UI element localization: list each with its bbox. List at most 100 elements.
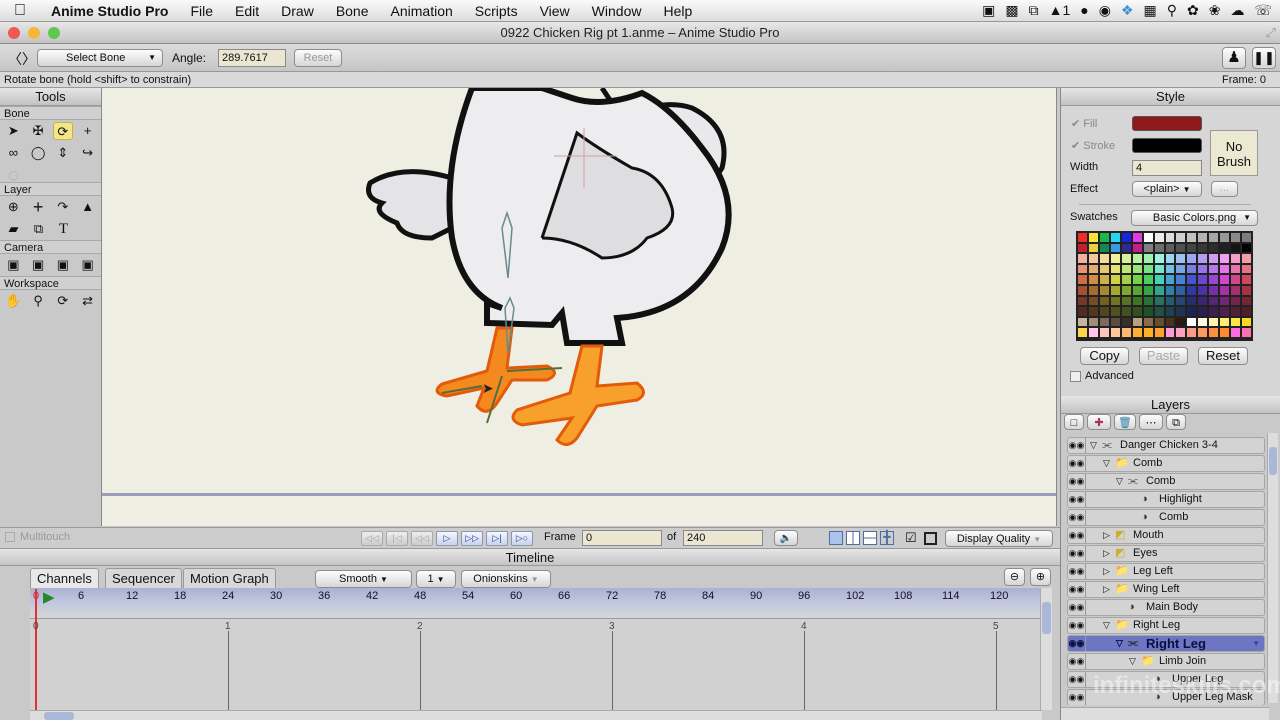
swatch-cell[interactable] xyxy=(1219,316,1231,328)
swatch-cell[interactable] xyxy=(1241,242,1252,254)
swatch-cell[interactable] xyxy=(1142,263,1154,275)
swatch-cell[interactable] xyxy=(1241,316,1252,328)
visibility-eye-icon[interactable]: ◉◉ xyxy=(1068,564,1086,579)
swatch-cell[interactable] xyxy=(1120,338,1132,340)
scroll-thumb[interactable] xyxy=(1042,602,1051,634)
layer-row[interactable]: ◉◉ ▽ 📁 Limb Join xyxy=(1067,653,1265,670)
visibility-eye-icon[interactable]: ◉◉ xyxy=(1068,600,1086,615)
visibility-eye-icon[interactable]: ◉◉ xyxy=(1068,636,1086,651)
swatch-cell[interactable] xyxy=(1164,316,1176,328)
visibility-eye-icon[interactable]: ◉◉ xyxy=(1068,438,1086,453)
drawing-canvas[interactable]: ➤ xyxy=(102,88,1057,526)
bind-layer-icon[interactable]: ↪ xyxy=(77,144,98,162)
hscroll-thumb[interactable] xyxy=(44,712,74,720)
step-forward-button[interactable]: ▷| xyxy=(486,531,508,546)
layer-row[interactable]: ◉◉ ◑ Main Body xyxy=(1067,599,1265,616)
mode-select[interactable]: Select Bone ▼ xyxy=(37,49,163,67)
swatch-cell[interactable] xyxy=(1109,242,1121,254)
swatch-cell[interactable] xyxy=(1241,295,1252,307)
swatch-cell[interactable] xyxy=(1230,316,1242,328)
swatch-cell[interactable] xyxy=(1153,338,1165,340)
swatch-cell[interactable] xyxy=(1131,306,1143,317)
collapse-triangle-icon[interactable]: ▽ xyxy=(1116,474,1123,489)
scale-layer-icon[interactable]: ▲ xyxy=(77,198,98,216)
swatch-cell[interactable] xyxy=(1241,306,1252,317)
swatch-cell[interactable] xyxy=(1186,316,1198,328)
translate-layer-icon[interactable]: ⊕ xyxy=(3,198,24,216)
tab-motion-graph[interactable]: Motion Graph xyxy=(183,568,276,588)
stroke-checkbox[interactable]: ✔ Stroke xyxy=(1071,139,1115,152)
swatch-cell[interactable] xyxy=(1186,263,1198,275)
swatch-cell[interactable] xyxy=(1077,253,1088,264)
swatch-cell[interactable] xyxy=(1197,295,1209,307)
swatch-cell[interactable] xyxy=(1153,232,1165,243)
swatch-cell[interactable] xyxy=(1087,306,1099,317)
swatch-cell[interactable] xyxy=(1241,274,1252,285)
prev-keyframe-button[interactable]: ◁◁ xyxy=(411,531,433,546)
swatch-cell[interactable] xyxy=(1241,263,1252,275)
swatch-cell[interactable] xyxy=(1153,253,1165,264)
swatches-select[interactable]: Basic Colors.png ▼ xyxy=(1131,210,1258,226)
collapse-triangle-icon[interactable]: ▽ xyxy=(1116,636,1123,651)
swatch-cell[interactable] xyxy=(1241,285,1252,296)
reparent-bone-icon[interactable]: ∞ xyxy=(3,144,24,162)
swatch-cell[interactable] xyxy=(1164,285,1176,296)
zoom-in-timeline-button[interactable]: ⊕ xyxy=(1030,568,1051,586)
menu-scripts[interactable]: Scripts xyxy=(464,3,529,19)
swatch-cell[interactable] xyxy=(1197,263,1209,275)
copy-style-button[interactable]: Copy xyxy=(1080,347,1129,365)
swatch-cell[interactable] xyxy=(1153,306,1165,317)
swatch-cell[interactable] xyxy=(1109,295,1121,307)
swatch-cell[interactable] xyxy=(1120,232,1132,243)
menu-edit[interactable]: Edit xyxy=(224,3,270,19)
layer-row[interactable]: ◉◉ ▷ 📁 Leg Left xyxy=(1067,563,1265,580)
advanced-checkbox[interactable] xyxy=(1070,371,1081,382)
swatch-cell[interactable] xyxy=(1230,232,1242,243)
swatch-cell[interactable] xyxy=(1120,306,1132,317)
copy-layer-button[interactable]: ⧉ xyxy=(1166,414,1186,430)
tray-adobe-icon[interactable]: ▲1 xyxy=(1049,2,1071,19)
swatch-cell[interactable] xyxy=(1109,274,1121,285)
menu-window[interactable]: Window xyxy=(581,3,653,19)
rewind-button[interactable]: ◁◁ xyxy=(361,531,383,546)
view-single-icon[interactable] xyxy=(829,531,843,545)
visibility-eye-icon[interactable]: ◉◉ xyxy=(1068,582,1086,597)
swatch-cell[interactable] xyxy=(1142,316,1154,328)
delete-layer-button[interactable]: 🗑 xyxy=(1114,414,1136,430)
swatch-cell[interactable] xyxy=(1087,253,1099,264)
swatch-cell[interactable] xyxy=(1087,285,1099,296)
swatch-cell[interactable] xyxy=(1208,232,1220,243)
swatch-cell[interactable] xyxy=(1219,232,1231,243)
swatch-cell[interactable] xyxy=(1087,232,1099,243)
onionskins-select[interactable]: Onionskins ▼ xyxy=(461,570,551,588)
swatch-cell[interactable] xyxy=(1175,263,1187,275)
swatch-cell[interactable] xyxy=(1142,242,1154,254)
orbit-workspace-icon[interactable]: ⇄ xyxy=(77,292,98,310)
swatch-cell[interactable] xyxy=(1142,306,1154,317)
fill-color-swatch[interactable] xyxy=(1132,116,1202,131)
frame-input[interactable]: 0 xyxy=(582,530,662,546)
channels-track[interactable]: 012345 xyxy=(30,589,1042,711)
swatch-cell[interactable] xyxy=(1164,338,1176,340)
swatch-cell[interactable] xyxy=(1230,285,1242,296)
rotate-layer-icon[interactable]: ↷ xyxy=(53,198,74,216)
swatch-cell[interactable] xyxy=(1131,295,1143,307)
swatch-cell[interactable] xyxy=(1230,263,1242,275)
fullscreen-icon[interactable]: ⤢ xyxy=(1266,22,1276,44)
play-button[interactable]: ▷ xyxy=(436,531,458,546)
audio-button[interactable]: 🔈 xyxy=(774,530,798,546)
view-split-vertical-icon[interactable] xyxy=(846,531,860,545)
swatch-cell[interactable] xyxy=(1077,285,1088,296)
swatch-cell[interactable] xyxy=(1175,274,1187,285)
swatch-cell[interactable] xyxy=(1175,242,1187,254)
tray-window-icon[interactable]: ⧉ xyxy=(1029,2,1039,19)
swatch-cell[interactable] xyxy=(1197,232,1209,243)
swatch-cell[interactable] xyxy=(1109,306,1121,317)
swatch-cell[interactable] xyxy=(1164,253,1176,264)
layer-list-scrollbar[interactable] xyxy=(1267,433,1278,703)
tray-knob-icon[interactable]: ● xyxy=(1080,2,1088,19)
swatch-cell[interactable] xyxy=(1098,295,1110,307)
pan-tilt-camera-icon[interactable]: ▣ xyxy=(77,256,98,274)
layer-row[interactable]: ◉◉ ▷ 📁 Wing Left xyxy=(1067,581,1265,598)
swatch-cell[interactable] xyxy=(1087,316,1099,328)
